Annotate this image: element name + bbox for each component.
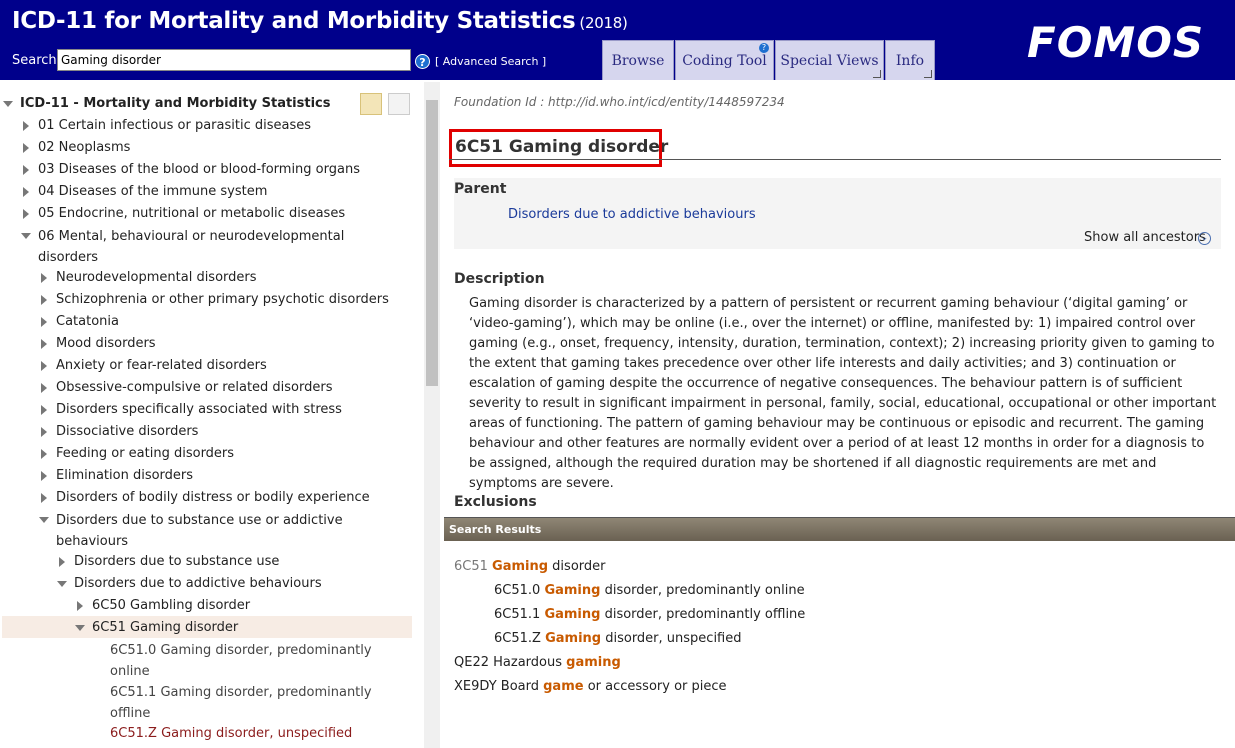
tree-block[interactable]: Disorders specifically associated with s… — [56, 402, 342, 417]
tree-block[interactable]: Obsessive-compulsive or related disorder… — [56, 380, 333, 395]
coding-help-icon[interactable]: ? — [759, 43, 769, 53]
expand-icon[interactable] — [41, 273, 47, 283]
app-title: ICD-11 for Mortality and Morbidity Stati… — [12, 8, 628, 34]
tree-leaf[interactable]: 6C51.0 Gaming disorder, predominantly on… — [110, 640, 380, 682]
tree-block[interactable]: Feeding or eating disorders — [56, 446, 234, 461]
search-result-item[interactable]: QE22 Hazardous gaming — [454, 655, 621, 670]
tree-block[interactable]: Disorders due to substance use or addict… — [56, 510, 356, 552]
expand-icon[interactable] — [23, 165, 29, 175]
tree-block[interactable]: Schizophrenia or other primary psychotic… — [56, 292, 389, 307]
tree-chapter[interactable]: 05 Endocrine, nutritional or metabolic d… — [38, 206, 345, 221]
expand-icon[interactable] — [41, 361, 47, 371]
tab-info[interactable]: Info — [885, 40, 935, 80]
search-result-item[interactable]: XE9DY Board game or accessory or piece — [454, 679, 727, 694]
tree-leaf[interactable]: 6C51.Z Gaming disorder, unspecified — [110, 726, 352, 741]
dropdown-corner-icon — [924, 70, 932, 78]
foundation-id: Foundation Id : http://id.who.int/icd/en… — [454, 95, 785, 109]
tree-category-selected[interactable]: 6C51 Gaming disorder — [92, 620, 238, 635]
tree-chapter[interactable]: 04 Diseases of the immune system — [38, 184, 267, 199]
expand-icon[interactable] — [77, 601, 83, 611]
expand-icon[interactable] — [41, 339, 47, 349]
search-result-item[interactable]: 6C51 Gaming disorder — [454, 559, 605, 574]
collapse-icon[interactable] — [3, 101, 13, 107]
tree-chapter[interactable]: 02 Neoplasms — [38, 140, 130, 155]
tab-coding-tool[interactable]: Coding Tool? — [675, 40, 774, 80]
expand-icon[interactable] — [41, 493, 47, 503]
tab-special-views[interactable]: Special Views — [775, 40, 884, 80]
tree-block[interactable]: Neurodevelopmental disorders — [56, 270, 257, 285]
tree-chapter[interactable]: 01 Certain infectious or parasitic disea… — [38, 118, 311, 133]
tree-block[interactable]: Disorders due to addictive behaviours — [74, 576, 322, 591]
description-heading: Description — [454, 271, 545, 287]
tree-root[interactable]: ICD-11 - Mortality and Morbidity Statist… — [20, 96, 330, 111]
parent-link[interactable]: Disorders due to addictive behaviours — [508, 207, 756, 222]
search-result-item[interactable]: 6C51.Z Gaming disorder, unspecified — [494, 631, 742, 646]
description-text: Gaming disorder is characterized by a pa… — [469, 296, 1217, 491]
expand-icon[interactable] — [23, 143, 29, 153]
expand-icon[interactable] — [41, 471, 47, 481]
tree-block[interactable]: Dissociative disorders — [56, 424, 198, 439]
fomos-logo: FOMOS — [1027, 18, 1205, 67]
tree-chapter[interactable]: 06 Mental, behavioural or neurodevelopme… — [38, 226, 358, 268]
expand-icon[interactable] — [41, 317, 47, 327]
tree-scrollbar-thumb[interactable] — [426, 100, 438, 386]
search-input[interactable] — [57, 49, 411, 71]
tree-block[interactable]: Elimination disorders — [56, 468, 193, 483]
advanced-search-link[interactable]: [ Advanced Search ] — [435, 55, 546, 68]
dropdown-corner-icon — [873, 70, 881, 78]
expand-icon[interactable] — [41, 383, 47, 393]
linearization-view-icon[interactable] — [388, 93, 410, 115]
collapse-icon[interactable] — [57, 581, 67, 587]
tree-block[interactable]: Catatonia — [56, 314, 119, 329]
tree-leaf[interactable]: 6C51.1 Gaming disorder, predominantly of… — [110, 682, 380, 724]
chevron-down-icon[interactable]: ⌄ — [1198, 232, 1211, 245]
expand-icon[interactable] — [59, 557, 65, 567]
tab-browse[interactable]: Browse — [602, 40, 674, 80]
expand-icon[interactable] — [41, 405, 47, 415]
expand-icon[interactable] — [23, 187, 29, 197]
search-label: Search — [12, 53, 57, 68]
expand-icon[interactable] — [41, 427, 47, 437]
title-divider — [449, 159, 1221, 160]
exclusions-heading: Exclusions — [454, 494, 537, 510]
help-icon[interactable]: ? — [415, 54, 430, 69]
tree-block[interactable]: Disorders due to substance use — [74, 554, 279, 569]
expand-icon[interactable] — [41, 295, 47, 305]
tree-chapter[interactable]: 03 Diseases of the blood or blood-formin… — [38, 162, 360, 177]
parent-heading: Parent — [454, 181, 507, 197]
expand-icon[interactable] — [23, 121, 29, 131]
tree-category[interactable]: 6C50 Gambling disorder — [92, 598, 250, 613]
highlight-box — [449, 129, 662, 167]
collapse-icon[interactable] — [39, 517, 49, 523]
show-ancestors-link[interactable]: Show all ancestors — [1084, 230, 1206, 245]
expand-icon[interactable] — [23, 209, 29, 219]
tree-block[interactable]: Anxiety or fear-related disorders — [56, 358, 267, 373]
tree-block[interactable]: Mood disorders — [56, 336, 156, 351]
release-year: (2018) — [579, 14, 628, 32]
collapse-icon[interactable] — [75, 625, 85, 631]
hierarchy-view-icon[interactable] — [360, 93, 382, 115]
search-result-item[interactable]: 6C51.1 Gaming disorder, predominantly of… — [494, 607, 805, 622]
expand-icon[interactable] — [41, 449, 47, 459]
search-result-item[interactable]: 6C51.0 Gaming disorder, predominantly on… — [494, 583, 805, 598]
collapse-icon[interactable] — [21, 233, 31, 239]
search-results-bar — [444, 517, 1235, 541]
tree-block[interactable]: Disorders of bodily distress or bodily e… — [56, 490, 370, 505]
search-results-title: Search Results — [449, 523, 542, 536]
